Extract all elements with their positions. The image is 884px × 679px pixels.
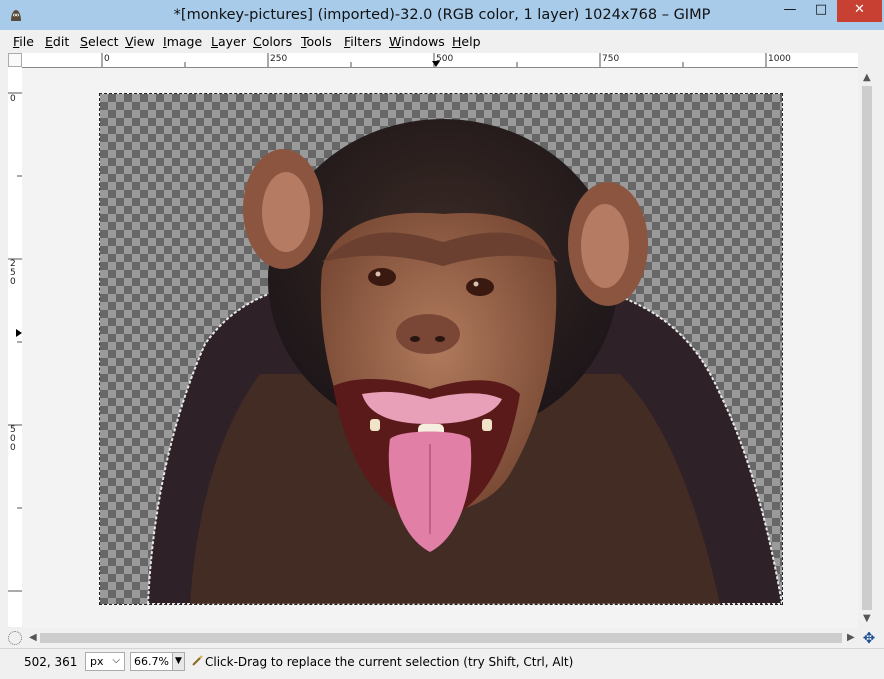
- menu-help[interactable]: Help: [452, 34, 481, 49]
- close-button[interactable]: ✕: [837, 0, 882, 22]
- ruler-corner-menu-button[interactable]: [8, 53, 22, 67]
- menu-file[interactable]: File: [13, 34, 34, 49]
- title-bar: *[monkey-pictures] (imported)-32.0 (RGB …: [0, 0, 884, 30]
- menu-image[interactable]: Image: [163, 34, 202, 49]
- unit-selector[interactable]: px ⌵: [85, 652, 125, 671]
- vruler-label-500: 500: [10, 425, 16, 453]
- minimize-button[interactable]: —: [775, 0, 805, 22]
- status-message: Click-Drag to replace the current select…: [205, 655, 574, 669]
- navigate-move-icon[interactable]: ✥: [861, 630, 877, 646]
- menu-windows[interactable]: Windows: [389, 34, 445, 49]
- scroll-right-arrow-icon[interactable]: ▶: [847, 632, 855, 643]
- menu-tools[interactable]: Tools: [301, 34, 332, 49]
- hruler-label-500: 500: [436, 54, 454, 64]
- horizontal-ruler[interactable]: 0 250 500 750 1000: [22, 53, 858, 68]
- status-bar: 502, 361 px ⌵ 66.7% ▼ Click-Drag to repl…: [0, 648, 884, 679]
- maximize-button[interactable]: □: [806, 0, 836, 22]
- unit-value: px: [90, 655, 104, 668]
- hruler-label-1000: 1000: [768, 54, 791, 64]
- hruler-label-0: 0: [104, 54, 110, 64]
- scroll-left-arrow-icon[interactable]: ◀: [29, 632, 37, 643]
- menu-filters[interactable]: Filters: [344, 34, 381, 49]
- menu-layer[interactable]: Layer: [211, 34, 246, 49]
- vruler-label-250: 250: [10, 259, 16, 287]
- horizontal-scroll-thumb[interactable]: [40, 633, 842, 643]
- quick-mask-toggle-icon[interactable]: [8, 631, 22, 645]
- scroll-up-arrow-icon[interactable]: ▲: [863, 72, 871, 83]
- menu-view[interactable]: View: [125, 34, 155, 49]
- zoom-dropdown-button[interactable]: ▼: [172, 652, 185, 671]
- pointer-coordinates: 502, 361: [24, 655, 78, 669]
- chevron-down-icon: ⌵: [112, 655, 120, 666]
- vruler-label-0: 0: [10, 94, 16, 104]
- scroll-down-arrow-icon[interactable]: ▼: [863, 613, 871, 624]
- hruler-label-750: 750: [602, 54, 620, 64]
- zoom-input[interactable]: 66.7%: [130, 652, 174, 671]
- menu-bar: File Edit Select View Image Layer Colors…: [0, 30, 884, 52]
- window-title: *[monkey-pictures] (imported)-32.0 (RGB …: [173, 7, 711, 23]
- hruler-label-250: 250: [270, 54, 288, 64]
- menu-edit[interactable]: Edit: [45, 34, 69, 49]
- chimpanzee-photo[interactable]: [100, 94, 782, 604]
- vertical-ruler[interactable]: 0 250 500: [8, 67, 23, 627]
- menu-select[interactable]: Select: [80, 34, 119, 49]
- rect-select-tool-icon: [192, 655, 203, 666]
- menu-colors[interactable]: Colors: [253, 34, 292, 49]
- ruler-ticks: [8, 92, 22, 592]
- vertical-scroll-thumb[interactable]: [862, 86, 872, 610]
